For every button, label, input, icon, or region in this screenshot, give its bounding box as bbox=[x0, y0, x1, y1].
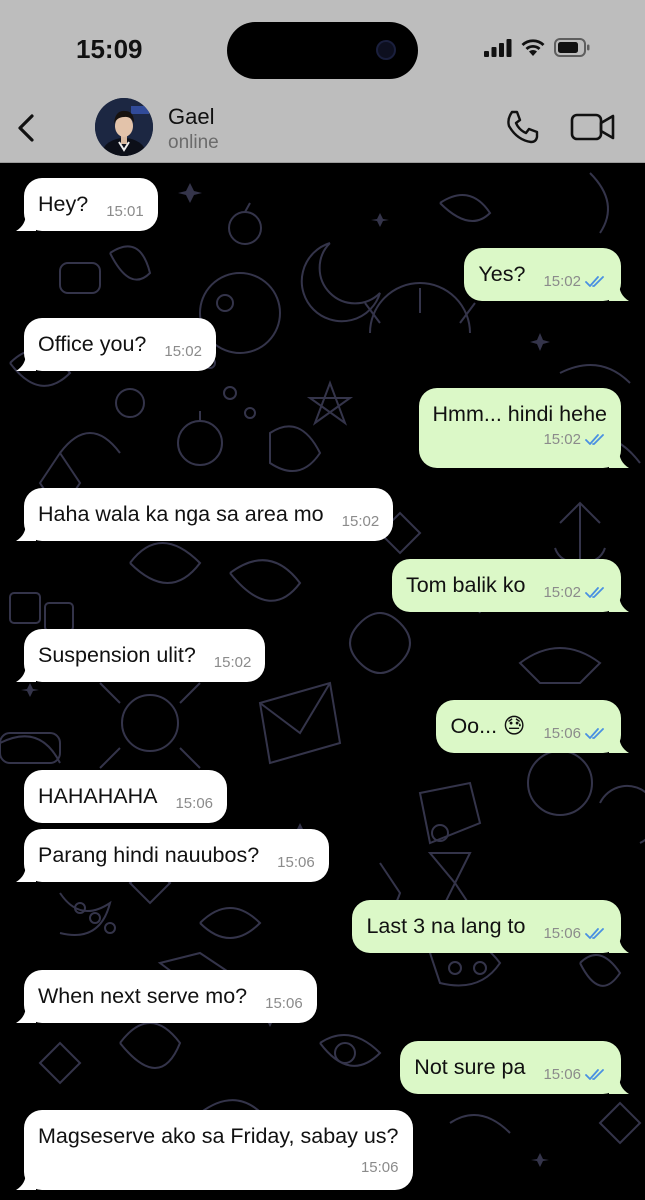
message-time: 15:06 bbox=[265, 995, 303, 1012]
message-outgoing[interactable]: Not sure pa 15:06 bbox=[400, 1041, 629, 1094]
double-check-icon bbox=[585, 586, 604, 598]
avatar[interactable] bbox=[95, 98, 153, 156]
message-text: When next serve mo? bbox=[38, 984, 248, 1008]
contact-name[interactable]: Gael bbox=[168, 104, 214, 130]
message-outgoing[interactable]: Tom balik ko 15:02 bbox=[391, 559, 629, 612]
dynamic-island bbox=[227, 22, 418, 79]
message-incoming[interactable]: HAHAHAHA 15:06 bbox=[24, 770, 228, 823]
message-time: 15:02 bbox=[164, 343, 202, 360]
chevron-left-icon bbox=[18, 114, 34, 142]
message-text: Not sure pa bbox=[414, 1055, 526, 1079]
back-button[interactable] bbox=[12, 108, 40, 148]
contact-status: online bbox=[168, 132, 219, 153]
message-time: 15:02 bbox=[543, 431, 581, 448]
message-text: Hmm... hindi hehe bbox=[432, 402, 607, 426]
message-incoming[interactable]: Parang hindi nauubos? 15:06 bbox=[16, 829, 329, 882]
message-incoming[interactable]: Magseserve ako sa Friday, sabay us? 15:0… bbox=[16, 1110, 413, 1190]
message-text: Tom balik ko bbox=[405, 573, 526, 597]
chat-header: Gael online bbox=[0, 98, 645, 163]
message-incoming[interactable]: Haha wala ka nga sa area mo 15:02 bbox=[16, 488, 394, 541]
message-time: 15:06 bbox=[360, 1159, 399, 1176]
message-text: Office you? bbox=[38, 332, 147, 356]
battery-icon bbox=[554, 38, 590, 57]
message-outgoing[interactable]: Hmm... hindi hehe 15:02 bbox=[418, 388, 629, 468]
double-check-icon bbox=[585, 433, 604, 445]
video-camera-icon bbox=[570, 113, 615, 141]
double-check-icon bbox=[585, 1068, 604, 1080]
status-bar: 15:09 bbox=[0, 0, 645, 98]
status-icons bbox=[484, 38, 590, 57]
message-time: 15:02 bbox=[341, 513, 380, 530]
message-time: 15:02 bbox=[213, 654, 252, 671]
message-time: 15:06 bbox=[175, 795, 214, 812]
chat-area[interactable]: Hey? 15:01 Yes? 15:02 Office you? 15:02 … bbox=[0, 163, 645, 1200]
message-time: 15:02 bbox=[543, 273, 581, 290]
message-text: Hey? bbox=[38, 192, 89, 216]
message-time: 15:06 bbox=[543, 925, 581, 942]
voice-call-button[interactable] bbox=[503, 108, 541, 146]
message-time: 15:06 bbox=[277, 854, 315, 871]
message-time: 15:06 bbox=[543, 725, 581, 742]
message-text: Parang hindi nauubos? bbox=[38, 843, 260, 867]
message-outgoing[interactable]: Last 3 na lang to 15:06 bbox=[352, 900, 629, 953]
message-incoming[interactable]: When next serve mo? 15:06 bbox=[16, 970, 317, 1023]
video-call-button[interactable] bbox=[570, 110, 616, 144]
message-text: Magseserve ako sa Friday, sabay us? bbox=[38, 1124, 399, 1148]
message-time: 15:06 bbox=[543, 1066, 581, 1083]
message-text: Suspension ulit? bbox=[38, 643, 196, 667]
camera-icon bbox=[376, 40, 396, 60]
message-text: Yes? bbox=[478, 262, 526, 286]
message-incoming[interactable]: Hey? 15:01 bbox=[16, 178, 158, 231]
message-time: 15:02 bbox=[543, 584, 581, 601]
double-check-icon bbox=[585, 275, 604, 287]
double-check-icon bbox=[585, 727, 604, 739]
status-time: 15:09 bbox=[76, 34, 143, 64]
signal-icon bbox=[484, 38, 512, 57]
phone-icon bbox=[507, 110, 539, 144]
message-text: Oo... 😓 bbox=[450, 714, 526, 738]
message-text: Last 3 na lang to bbox=[366, 914, 526, 938]
message-incoming[interactable]: Suspension ulit? 15:02 bbox=[16, 629, 266, 682]
double-check-icon bbox=[585, 927, 604, 939]
message-outgoing[interactable]: Oo... 😓 15:06 bbox=[436, 700, 629, 753]
wifi-icon bbox=[521, 39, 545, 56]
message-outgoing[interactable]: Yes? 15:02 bbox=[464, 248, 629, 301]
message-text: Haha wala ka nga sa area mo bbox=[38, 502, 324, 526]
message-text: HAHAHAHA bbox=[38, 784, 158, 808]
message-incoming[interactable]: Office you? 15:02 bbox=[16, 318, 216, 371]
message-time: 15:01 bbox=[106, 203, 144, 220]
